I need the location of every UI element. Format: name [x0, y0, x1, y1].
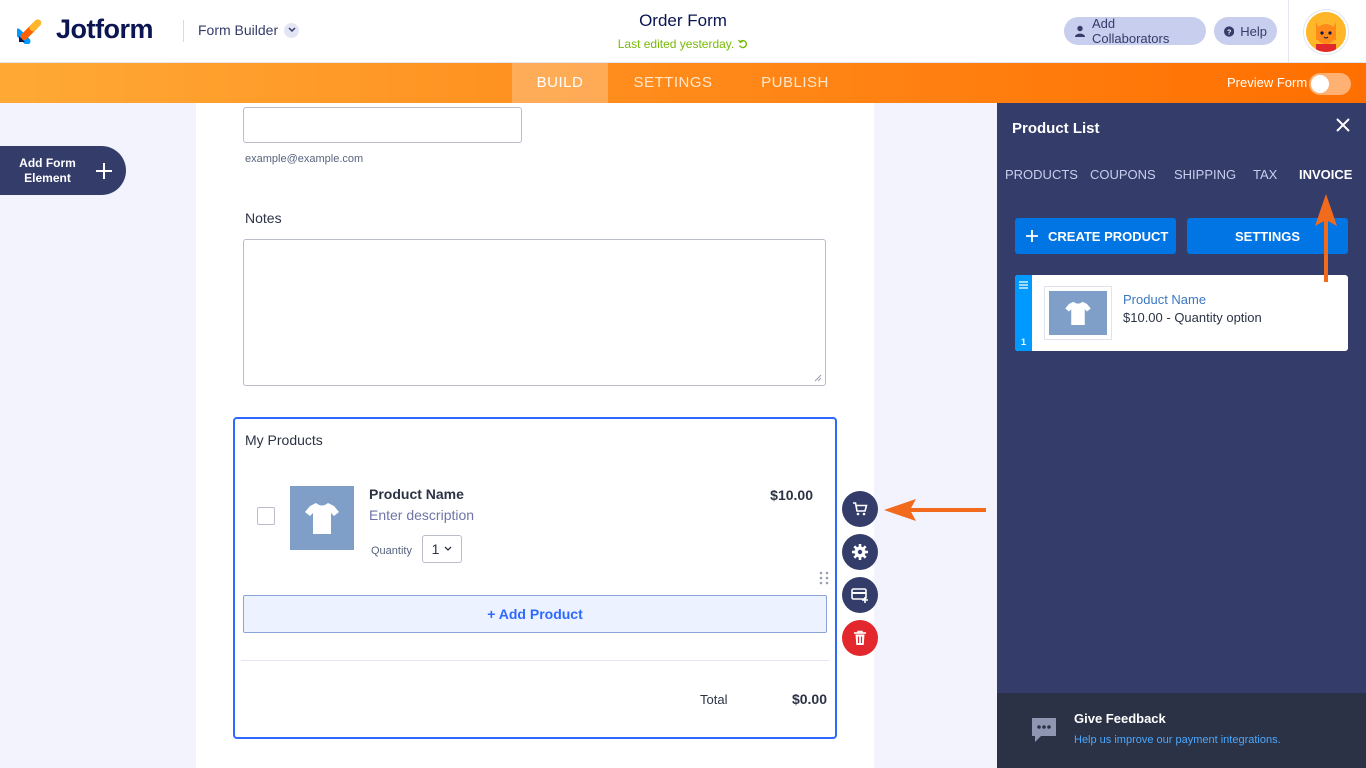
panel-title: Product List [1012, 120, 1100, 137]
credit-card-add-icon [851, 588, 868, 603]
jotform-logo[interactable]: Jotform [17, 14, 154, 45]
last-edited-text: Last edited yesterday. [617, 37, 735, 51]
create-product-button[interactable]: CREATE PRODUCT [1015, 218, 1176, 254]
products-title: My Products [245, 432, 323, 448]
close-icon[interactable] [1335, 117, 1351, 133]
product-list-item[interactable]: 1 Product Name $10.00 - Quantity option [1015, 275, 1348, 351]
app-header: Jotform Form Builder Order Form Last edi… [0, 0, 1366, 63]
brand-name: Jotform [56, 14, 154, 44]
menu-icon [1019, 281, 1028, 289]
my-products-field[interactable]: My Products Product Name Enter descripti… [233, 417, 837, 739]
plus-icon [96, 162, 112, 179]
product-image [290, 486, 354, 550]
payment-settings-button[interactable] [842, 577, 878, 613]
header-divider [183, 20, 184, 42]
last-edited-status[interactable]: Last edited yesterday. [618, 37, 749, 51]
toggle-knob [1311, 75, 1329, 93]
product-list-panel: Product List PRODUCTS COUPONS SHIPPING T… [997, 103, 1366, 768]
add-form-element-label: Add Form Element [19, 155, 76, 185]
preview-form-label: Preview Form [1227, 75, 1308, 90]
product-description[interactable]: Enter description [369, 507, 474, 523]
quantity-value: 1 [431, 541, 440, 557]
total-value: $0.00 [791, 691, 827, 707]
quantity-label: Quantity [371, 545, 412, 557]
tab-settings[interactable]: SETTINGS [620, 63, 726, 103]
chevron-down-icon [284, 22, 300, 38]
annotation-arrow-up [1315, 194, 1337, 282]
product-checkbox[interactable] [257, 507, 275, 525]
create-product-label: CREATE PRODUCT [1048, 228, 1169, 244]
help-button[interactable]: ? Help [1214, 17, 1277, 45]
chevron-down-icon [444, 546, 452, 551]
add-form-element-button[interactable]: Add Form Element [0, 146, 126, 195]
cat-avatar-icon [1306, 12, 1346, 52]
total-label: Total [700, 692, 728, 707]
resize-grip-icon[interactable] [814, 374, 822, 382]
give-feedback-section: Give Feedback Help us improve our paymen… [997, 693, 1366, 768]
preview-form-toggle[interactable] [1309, 73, 1351, 95]
tab-products[interactable]: PRODUCTS [1005, 167, 1078, 182]
product-thumbnail [1044, 286, 1112, 340]
tshirt-icon [305, 503, 339, 534]
reorder-handle[interactable]: 1 [1015, 275, 1032, 351]
tab-coupons[interactable]: COUPONS [1090, 167, 1156, 182]
tab-build[interactable]: BUILD [512, 63, 608, 103]
product-list-meta: $10.00 - Quantity option [1123, 310, 1262, 325]
user-icon [1075, 25, 1085, 37]
form-title-area: Order Form Last edited yesterday. [533, 11, 833, 53]
product-price: $10.00 [770, 487, 813, 503]
field-settings-button[interactable] [842, 534, 878, 570]
panel-tabs: PRODUCTS COUPONS SHIPPING TAX INVOICE [997, 159, 1366, 191]
product-name[interactable]: Product Name [369, 486, 464, 502]
add-collaborators-button[interactable]: Add Collaborators [1064, 16, 1206, 46]
gear-icon [852, 544, 868, 560]
give-feedback-link[interactable]: Help us improve our payment integrations… [1074, 734, 1281, 746]
add-collaborators-label: Add Collaborators [1092, 16, 1170, 46]
undo-icon [738, 39, 748, 49]
jotform-logo-icon [17, 18, 42, 44]
tab-publish[interactable]: PUBLISH [748, 63, 842, 103]
product-list-name[interactable]: Product Name [1123, 292, 1206, 307]
tshirt-icon [1065, 301, 1091, 325]
question-icon: ? [1224, 25, 1235, 37]
form-builder-label: Form Builder [198, 22, 279, 38]
user-avatar[interactable] [1304, 10, 1348, 54]
trash-icon [854, 630, 866, 645]
form-canvas: example@example.com Notes My Products Pr… [196, 103, 874, 768]
annotation-arrow-left [884, 499, 986, 521]
form-title[interactable]: Order Form [533, 11, 833, 31]
svg-text:?: ? [1227, 28, 1231, 36]
quantity-select[interactable]: 1 [422, 535, 462, 563]
add-product-button[interactable]: + Add Product [243, 595, 827, 633]
builder-nav-bar: BUILD SETTINGS PUBLISH Preview Form [0, 63, 1366, 103]
email-sublabel: example@example.com [245, 153, 364, 165]
tab-invoice[interactable]: INVOICE [1299, 167, 1352, 182]
tab-tax[interactable]: TAX [1253, 167, 1277, 182]
cart-icon [853, 502, 868, 516]
header-separator [1288, 0, 1289, 63]
delete-field-button[interactable] [842, 620, 878, 656]
notes-textarea[interactable] [243, 239, 826, 386]
products-divider [241, 660, 829, 661]
notes-label: Notes [245, 210, 282, 226]
product-thumbnail-bg [1049, 291, 1107, 335]
form-builder-dropdown[interactable]: Form Builder [198, 22, 300, 38]
give-feedback-title: Give Feedback [1074, 711, 1166, 726]
product-index: 1 [1020, 337, 1026, 347]
email-field[interactable] [243, 107, 522, 143]
plus-icon [1026, 230, 1038, 242]
tab-shipping[interactable]: SHIPPING [1174, 167, 1236, 182]
chat-bubble-icon [1032, 718, 1056, 742]
product-list-cart-button[interactable] [842, 491, 878, 527]
help-label: Help [1240, 23, 1267, 39]
drag-handle-icon[interactable] [819, 571, 829, 585]
